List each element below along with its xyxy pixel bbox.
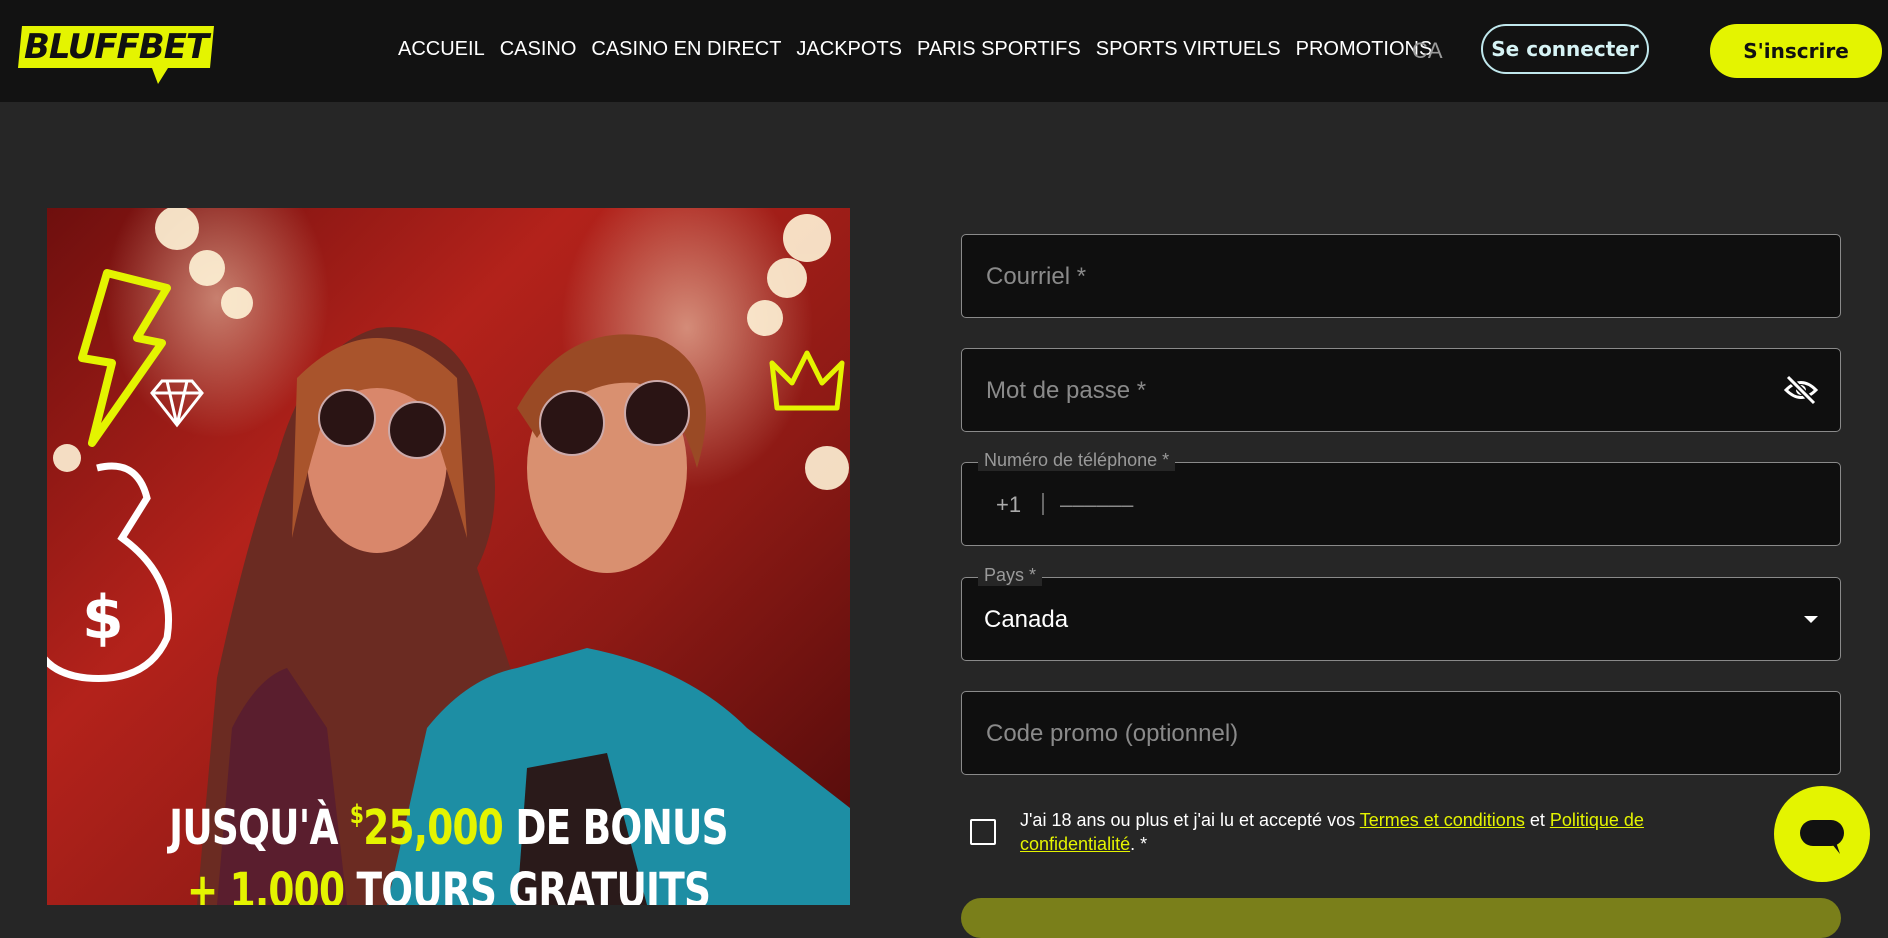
terms-link[interactable]: Termes et conditions bbox=[1360, 810, 1525, 830]
main-nav: ACCUEIL CASINO CASINO EN DIRECT JACKPOTS… bbox=[398, 38, 1447, 61]
promo-code-input[interactable] bbox=[984, 692, 1768, 776]
nav-accueil[interactable]: ACCUEIL bbox=[398, 38, 485, 61]
promo-code-field[interactable] bbox=[961, 691, 1841, 776]
eye-off-icon[interactable] bbox=[1784, 375, 1818, 405]
phone-country-code[interactable]: +1 bbox=[996, 492, 1021, 518]
svg-text:$: $ bbox=[82, 583, 124, 653]
promo-banner: $ JUSQU'À $25,000 DE BONUS + 1,000 TOURS… bbox=[47, 208, 850, 905]
signup-button[interactable]: S'inscrire bbox=[1710, 24, 1882, 78]
chat-widget[interactable] bbox=[1774, 786, 1888, 882]
password-field[interactable] bbox=[961, 348, 1841, 433]
nav-jackpots[interactable]: JACKPOTS bbox=[796, 38, 902, 61]
crown-icon bbox=[769, 350, 845, 411]
banner-headline-1: JUSQU'À $25,000 DE BONUS bbox=[135, 800, 761, 856]
banner-line1-post: DE BONUS bbox=[515, 800, 728, 856]
terms-text-2: et bbox=[1524, 810, 1550, 830]
nav-casino-en-direct[interactable]: CASINO EN DIRECT bbox=[591, 38, 781, 61]
language-selector[interactable]: CA bbox=[1412, 38, 1443, 64]
logo-text: BLUFFBET bbox=[24, 27, 209, 67]
banner-headline-2: + 1,000 TOURS GRATUITS bbox=[135, 863, 761, 905]
site-header: BLUFFBET ACCUEIL CASINO CASINO EN DIRECT… bbox=[0, 0, 1888, 102]
terms-text-1: J'ai 18 ans ou plus et j'ai lu et accept… bbox=[1020, 810, 1360, 830]
nav-sports-virtuels[interactable]: SPORTS VIRTUELS bbox=[1096, 38, 1281, 61]
phone-input[interactable] bbox=[1058, 463, 1662, 547]
banner-line2-post: TOURS GRATUITS bbox=[356, 863, 711, 905]
phone-field[interactable]: Numéro de téléphone * +1 bbox=[961, 450, 1841, 547]
terms-text-3: . * bbox=[1130, 834, 1148, 854]
phone-separator bbox=[1042, 493, 1044, 515]
login-button[interactable]: Se connecter bbox=[1481, 24, 1649, 74]
banner-line1-currency: $ bbox=[349, 800, 364, 830]
banner-line2-pre: + bbox=[186, 863, 218, 905]
diamond-icon bbox=[150, 379, 204, 428]
chat-icon bbox=[1800, 820, 1844, 854]
terms-text: J'ai 18 ans ou plus et j'ai lu et accept… bbox=[1020, 808, 1740, 856]
banner-line1-amount: 25,000 bbox=[363, 800, 504, 856]
chat-button[interactable] bbox=[1774, 786, 1870, 882]
country-label: Pays * bbox=[978, 565, 1043, 586]
nav-paris-sportifs[interactable]: PARIS SPORTIFS bbox=[917, 38, 1081, 61]
nav-casino[interactable]: CASINO bbox=[500, 38, 577, 61]
bluffbet-logo[interactable]: BLUFFBET bbox=[18, 24, 216, 84]
country-value[interactable]: Canada bbox=[984, 606, 1068, 634]
email-field[interactable] bbox=[961, 234, 1841, 319]
banner-line2-amount: 1,000 bbox=[229, 863, 345, 905]
chevron-down-icon[interactable] bbox=[1804, 616, 1818, 623]
password-input[interactable] bbox=[984, 349, 1768, 433]
money-bag-icon: $ bbox=[47, 462, 173, 682]
email-input[interactable] bbox=[984, 235, 1768, 319]
submit-button[interactable] bbox=[961, 898, 1841, 938]
terms-checkbox[interactable] bbox=[970, 819, 996, 845]
country-select[interactable]: Pays * Canada bbox=[961, 565, 1841, 661]
banner-line1-pre: JUSQU'À bbox=[169, 800, 338, 856]
